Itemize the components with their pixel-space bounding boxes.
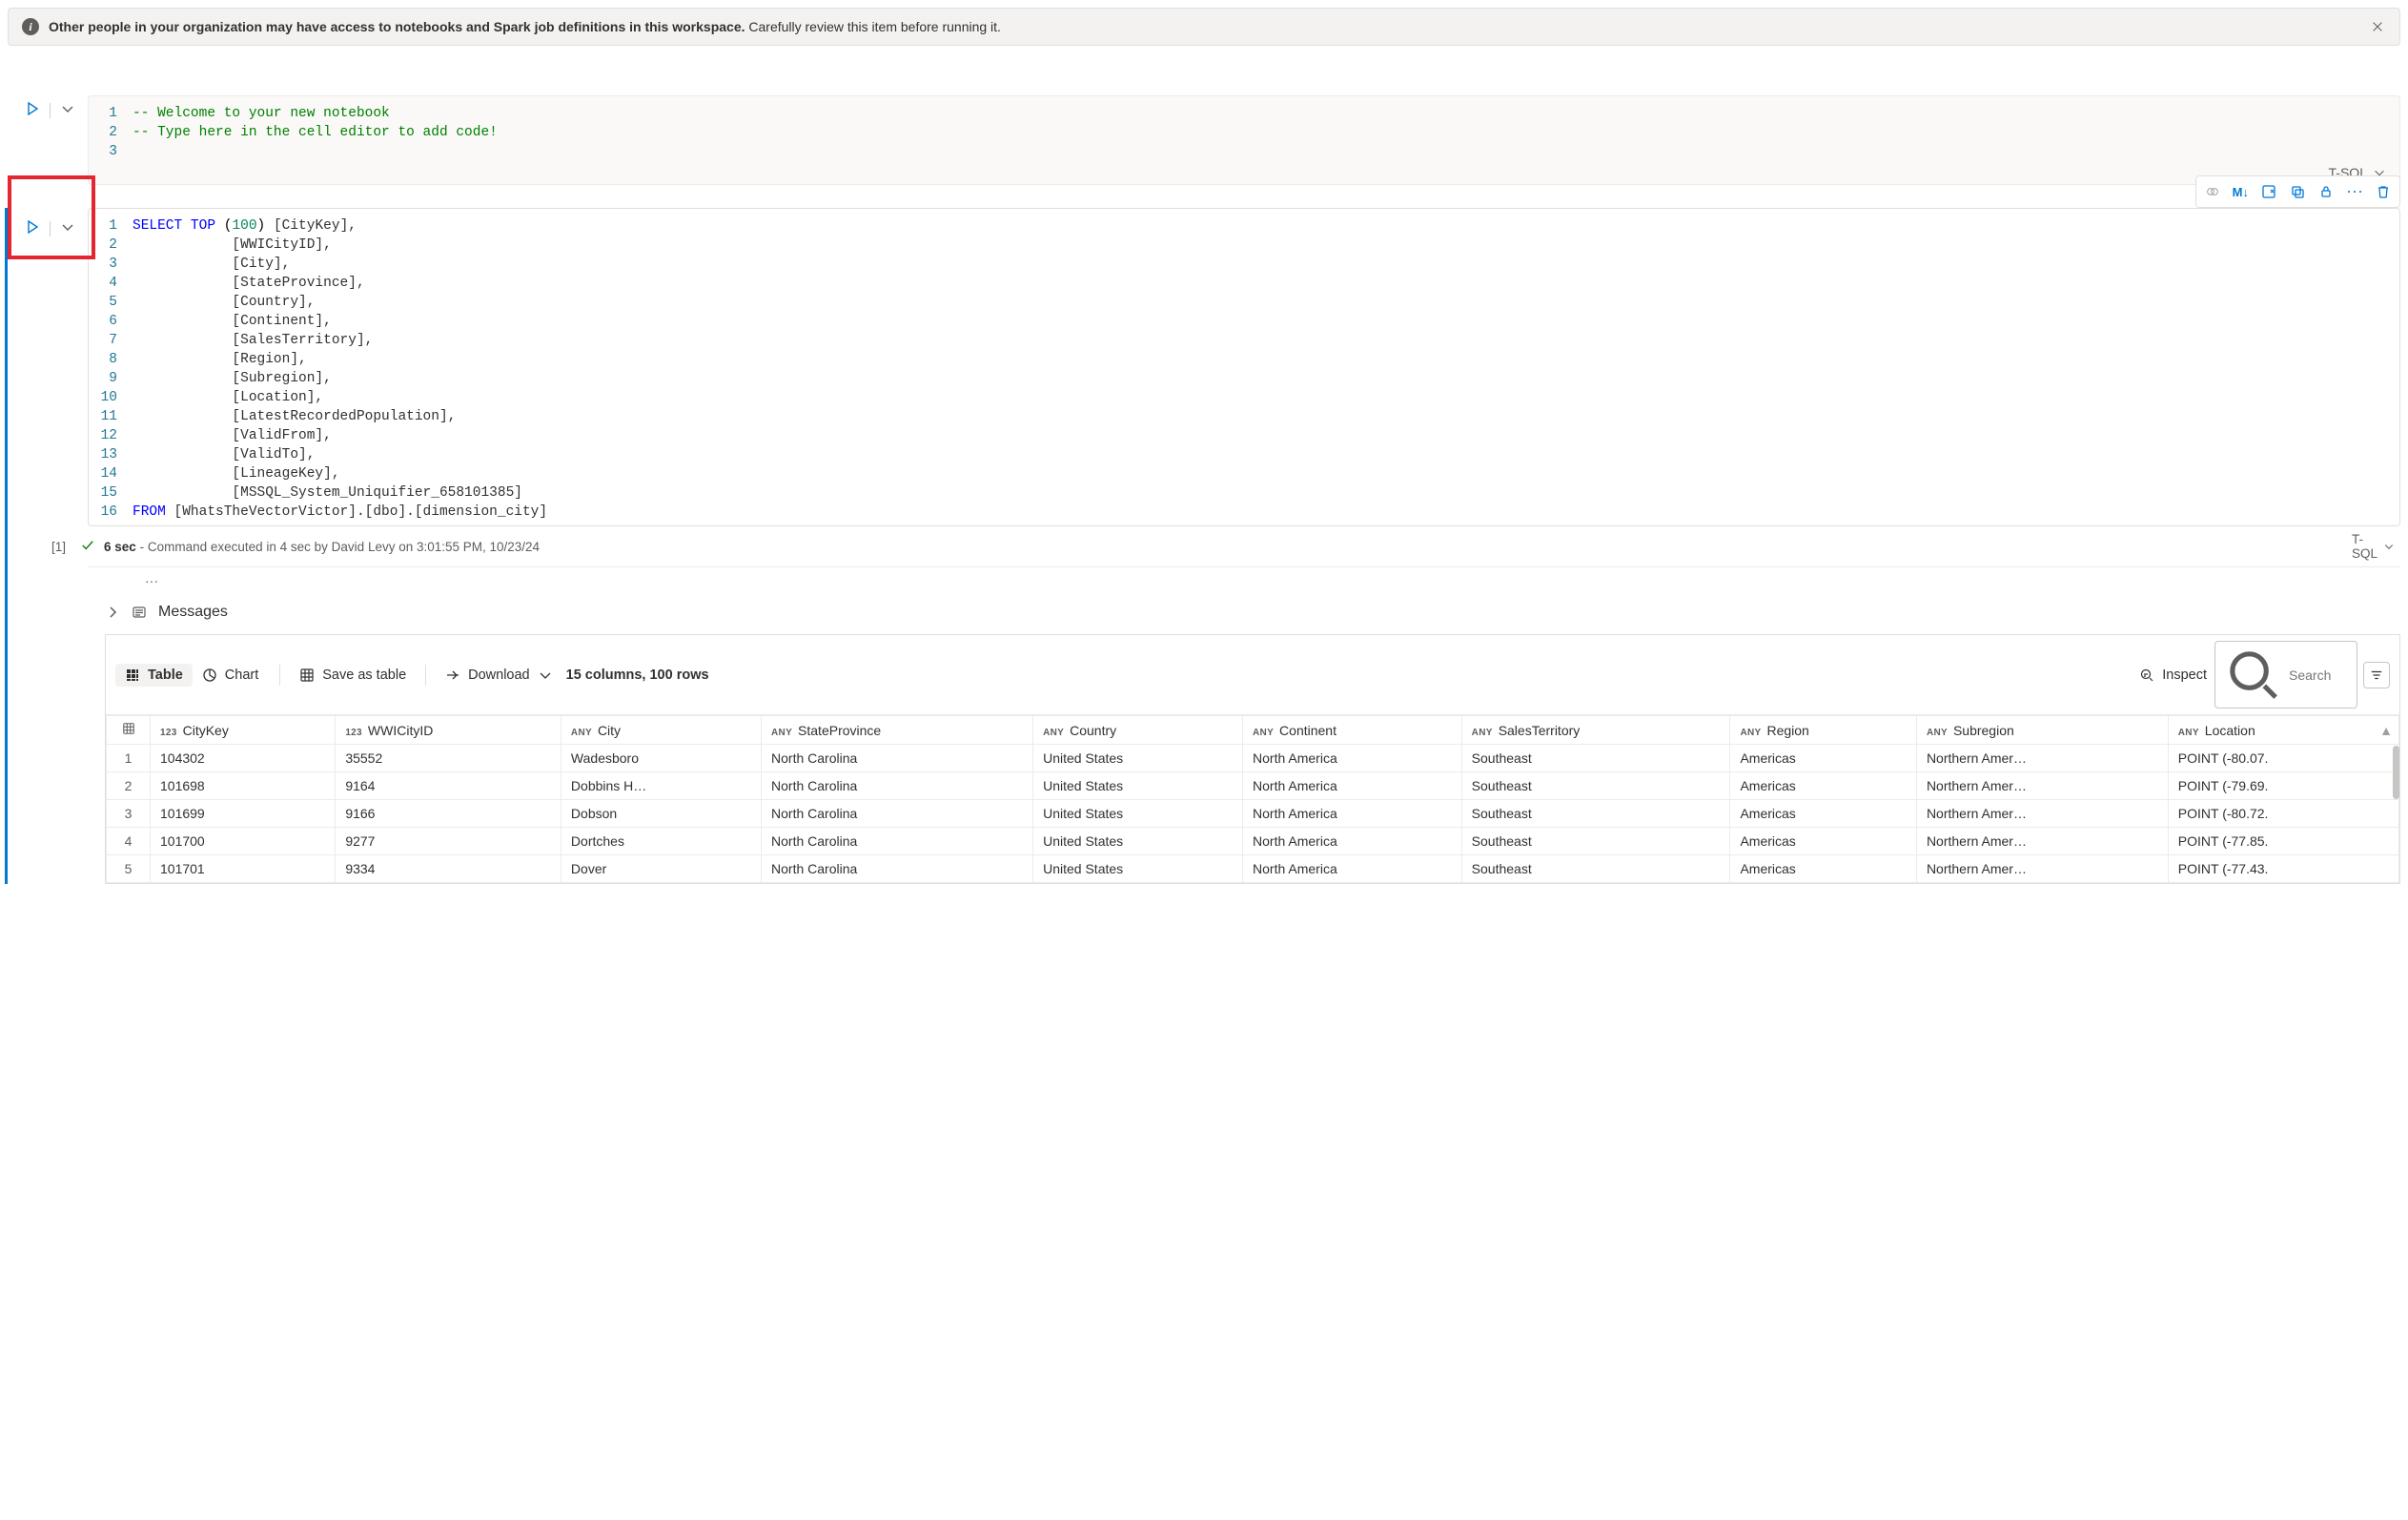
run-cell-button[interactable] — [25, 219, 40, 235]
filter-button[interactable] — [2363, 662, 2390, 688]
column-header-Location[interactable]: ANYLocation▲ — [2168, 716, 2398, 745]
workspace-access-notice: i Other people in your organization may … — [8, 8, 2400, 46]
code-cell-1: 123 -- Welcome to your new notebook -- T… — [8, 95, 2400, 185]
table-row[interactable]: 1 104302 35552 Wadesboro North Carolina … — [107, 745, 2399, 772]
cell-toolbar: M↓ — [2195, 175, 2400, 208]
save-as-table-button[interactable]: Save as table — [292, 664, 414, 687]
search-icon — [2223, 645, 2283, 705]
column-header-Region[interactable]: ANYRegion — [1730, 716, 1916, 745]
run-options-button[interactable] — [60, 219, 75, 235]
column-header-StateProvince[interactable]: ANYStateProvince — [762, 716, 1033, 745]
more-actions-button[interactable] — [2342, 179, 2367, 204]
filter-icon — [2370, 668, 2383, 682]
table-row[interactable]: 2 101698 9164 Dobbins H… North Carolina … — [107, 772, 2399, 800]
download-button[interactable]: Download — [438, 664, 561, 687]
code-editor[interactable]: 123 -- Welcome to your new notebook -- T… — [88, 95, 2400, 185]
results-panel: Table Chart Save as table Download — [105, 634, 2400, 884]
tab-chart[interactable]: Chart — [193, 664, 268, 687]
column-header-Country[interactable]: ANYCountry — [1033, 716, 1243, 745]
messages-section[interactable]: Messages — [88, 594, 2400, 634]
chevron-right-icon — [105, 605, 120, 620]
success-icon — [81, 539, 94, 555]
column-header-Subregion[interactable]: ANYSubregion — [1916, 716, 2168, 745]
grid-icon — [299, 668, 315, 683]
run-cell-button[interactable] — [25, 101, 40, 116]
info-icon: i — [22, 18, 39, 35]
table-icon — [125, 668, 140, 683]
column-header-WWICityID[interactable]: 123WWICityID — [336, 716, 561, 745]
table-scrollbar[interactable] — [2393, 746, 2399, 799]
code-editor[interactable]: 12345678910111213141516 SELECT TOP (100)… — [88, 208, 2400, 526]
table-row[interactable]: 3 101699 9166 Dobson North Carolina Unit… — [107, 800, 2399, 828]
copilot-icon[interactable] — [2200, 179, 2225, 204]
results-table[interactable]: 123CityKey123WWICityIDANYCityANYStatePro… — [106, 715, 2399, 883]
gutter-separator — [50, 103, 51, 118]
run-options-button[interactable] — [60, 101, 75, 116]
notice-text: Other people in your organization may ha… — [49, 19, 2359, 34]
code-cell-2: M↓ — [5, 208, 2400, 884]
tab-table[interactable]: Table — [115, 664, 193, 687]
convert-to-markdown-button[interactable]: M↓ — [2229, 179, 2253, 204]
inspect-icon — [2139, 668, 2154, 683]
column-header-SalesTerritory[interactable]: ANYSalesTerritory — [1461, 716, 1730, 745]
gutter-separator — [50, 221, 51, 236]
results-summary: 15 columns, 100 rows — [566, 668, 709, 683]
messages-icon — [132, 605, 147, 620]
column-header-Continent[interactable]: ANYContinent — [1243, 716, 1462, 745]
inspect-button[interactable]: Inspect — [2132, 664, 2214, 687]
column-header-CityKey[interactable]: 123CityKey — [151, 716, 336, 745]
close-icon[interactable] — [2369, 18, 2386, 35]
download-icon — [445, 668, 460, 683]
chart-icon — [202, 668, 217, 683]
duplicate-cell-button[interactable] — [2285, 179, 2310, 204]
table-row[interactable]: 5 101701 9334 Dover North Carolina Unite… — [107, 855, 2399, 883]
search-input[interactable] — [2214, 641, 2357, 709]
messages-label: Messages — [158, 604, 228, 621]
execution-status: 6 sec - Command executed in 4 sec by Dav… — [104, 540, 540, 554]
delete-cell-button[interactable] — [2371, 179, 2396, 204]
column-header-City[interactable]: ANYCity — [561, 716, 761, 745]
table-row[interactable]: 4 101700 9277 Dortches North Carolina Un… — [107, 828, 2399, 855]
chevron-down-icon — [538, 668, 553, 683]
notebook-scroll[interactable]: 123 -- Welcome to your new notebook -- T… — [0, 61, 2408, 1520]
execution-count: [1] — [51, 540, 71, 554]
output-overflow-indicator[interactable]: ··· — [88, 567, 2400, 594]
row-index-header[interactable] — [107, 716, 151, 745]
lock-cell-button[interactable] — [2314, 179, 2338, 204]
clear-output-button[interactable] — [2256, 179, 2281, 204]
cell-language-picker[interactable]: T-SQL — [2352, 532, 2395, 561]
